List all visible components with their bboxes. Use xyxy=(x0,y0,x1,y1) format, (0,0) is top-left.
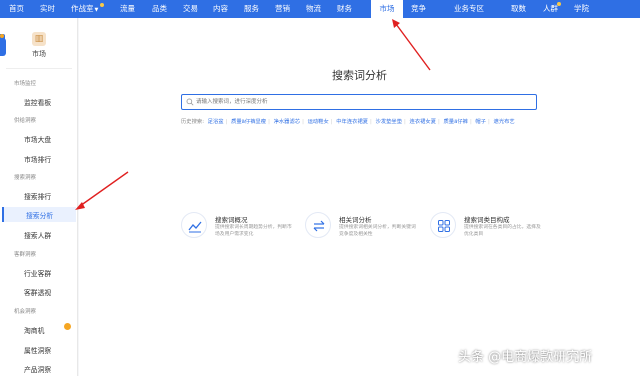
nav-item-data-fetch[interactable]: 取数 xyxy=(511,0,526,18)
history-link[interactable]: 沙发垫坐垫 xyxy=(376,119,403,125)
notification-dot xyxy=(100,3,104,7)
feature-title: 搜索词类目构成 xyxy=(464,216,510,224)
sidebar-group-label: 市场监控 xyxy=(14,81,37,87)
nav-item-logistics[interactable]: 物流 xyxy=(306,0,321,18)
history-link[interactable]: 连衣裙女夏 xyxy=(410,119,437,125)
nav-item-market[interactable]: 市场 xyxy=(371,0,403,18)
nav-item-home[interactable]: 首页 xyxy=(9,0,24,18)
sidebar-item-industry-crowd[interactable]: 行业客群 xyxy=(24,268,51,278)
nav-item-category[interactable]: 品类 xyxy=(152,0,167,18)
sidebar-item-label: 搜索分析 xyxy=(26,212,54,220)
history-link[interactable]: 质量ä仔裤显瘦 xyxy=(231,119,266,125)
nav-item-crowd[interactable]: 人群 xyxy=(543,0,558,18)
grid-icon xyxy=(430,212,456,238)
history-link[interactable]: 中年连衣裙夏 xyxy=(336,119,368,125)
feature-desc: 提供搜索词相关词分析，判断关键词竞争度及相关性 xyxy=(339,225,416,237)
side-flag-dot xyxy=(0,34,4,38)
nav-item-realtime[interactable]: 实时 xyxy=(40,0,55,18)
search-icon xyxy=(186,98,194,106)
nav-item-trade[interactable]: 交易 xyxy=(183,0,198,18)
feature-desc: 提供搜索词在各类目的占比，选择及优化类目 xyxy=(464,225,541,237)
sidebar-item-search-analysis[interactable]: 搜索分析 xyxy=(2,207,76,222)
sidebar-group-label: 机会洞察 xyxy=(14,309,37,315)
sidebar-group-label: 搜索洞察 xyxy=(14,175,37,181)
nav-item-marketing[interactable]: 营销 xyxy=(275,0,290,18)
history-link[interactable]: 质量ä仔裤 xyxy=(444,119,468,125)
nav-item-business-zone[interactable]: 业务专区 xyxy=(454,0,484,18)
history-link[interactable]: 帽子 xyxy=(475,119,486,125)
nav-item-finance[interactable]: 财务 xyxy=(337,0,352,18)
sidebar-header-label: 市场 xyxy=(32,50,46,58)
nav-item-content[interactable]: 内容 xyxy=(213,0,228,18)
nav-item-service[interactable]: 服务 xyxy=(244,0,259,18)
history-label: 历史搜索: xyxy=(181,119,204,125)
main-content: 搜索词分析 历史搜索: 足浴盆| 质量ä仔裤显瘦| 净水器滤芯| 运动鞋女| 中… xyxy=(79,18,640,376)
search-input[interactable] xyxy=(196,97,526,107)
history-link[interactable]: 遮光布艺 xyxy=(494,119,515,125)
feature-category-composition[interactable]: 搜索词类目构成 提供搜索词在各类目的占比，选择及优化类目 xyxy=(430,212,548,246)
sidebar-item-search-crowd[interactable]: 搜索人群 xyxy=(24,230,51,240)
sidebar-group-label: 客群洞察 xyxy=(14,252,37,258)
sidebar-header[interactable]: ▥ 市场 xyxy=(26,32,52,59)
chart-icon xyxy=(181,212,207,238)
page-title: 搜索词分析 xyxy=(332,69,387,82)
sidebar-item-market-overview[interactable]: 市场大盘 xyxy=(24,134,51,144)
sidebar-item-market-ranking[interactable]: 市场排行 xyxy=(24,154,51,164)
market-icon: ▥ xyxy=(32,32,46,46)
nav-item-traffic[interactable]: 流量 xyxy=(120,0,135,18)
notification-dot xyxy=(557,2,561,6)
nav-item-academy[interactable]: 学院 xyxy=(574,0,589,18)
search-box[interactable] xyxy=(181,94,537,110)
divider xyxy=(6,68,72,69)
search-history: 历史搜索: 足浴盆 | 质量ä仔裤显瘦 | 净水器滤芯 | 运动鞋女 | 中年连衣裙夏 |… xyxy=(181,119,515,125)
feature-desc: 提供搜索词长周期趋势分析，判断市场及用户需求变化 xyxy=(215,225,292,237)
history-link[interactable]: 足浴盆 xyxy=(208,119,224,125)
history-link[interactable]: 运动鞋女 xyxy=(308,119,329,125)
nav-item-label: 作战室 xyxy=(71,4,94,13)
sidebar-item-monitor-board[interactable]: 监控看板 xyxy=(24,97,51,107)
watermark: 头条 @电商爆款研究所 xyxy=(458,350,593,365)
sidebar-item-search-ranking[interactable]: 搜索排行 xyxy=(24,191,51,201)
sidebar-item-attribute-insight[interactable]: 属性洞察 xyxy=(24,345,51,355)
sidebar-item-product-insight[interactable]: 产品洞察 xyxy=(24,364,51,374)
nav-item-warroom[interactable]: 作战室▼ xyxy=(71,0,98,18)
sidebar-item-crowd-perspective[interactable]: 客群透视 xyxy=(24,287,51,297)
feature-search-overview[interactable]: 搜索词概况 提供搜索词长周期趋势分析，判断市场及用户需求变化 xyxy=(181,212,299,246)
chevron-down-icon: ▼ xyxy=(94,7,99,13)
nav-item-competition[interactable]: 竞争 xyxy=(411,0,426,18)
feature-title: 搜索词概况 xyxy=(215,216,248,224)
status-dot xyxy=(64,323,71,330)
history-link[interactable]: 净水器滤芯 xyxy=(274,119,301,125)
feature-related-words[interactable]: 相关词分析 提供搜索词相关词分析，判断关键词竞争度及相关性 xyxy=(305,212,423,246)
top-nav: 首页 实时 作战室▼ 流量 品类 交易 内容 服务 营销 物流 财务 市场 竞争… xyxy=(0,0,640,18)
sidebar-item-taobao-opportunity[interactable]: 淘商机 xyxy=(24,325,44,335)
swap-icon xyxy=(305,212,331,238)
feature-title: 相关词分析 xyxy=(339,216,372,224)
sidebar-group-label: 供给洞察 xyxy=(14,118,37,124)
